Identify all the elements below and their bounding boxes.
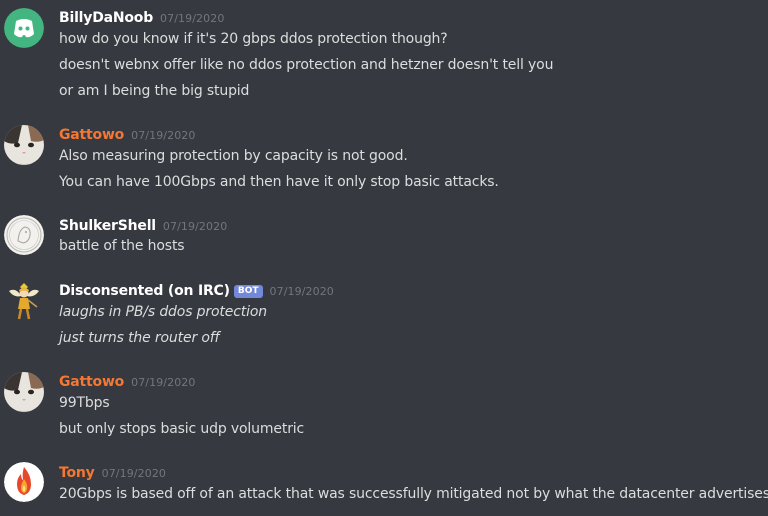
- message-text: battle of the hosts: [59, 238, 185, 254]
- message-text: 20Gbps is based off of an attack that wa…: [59, 486, 768, 502]
- message-text: 99Tbps: [59, 395, 110, 411]
- username[interactable]: BillyDaNoob: [59, 10, 153, 26]
- username[interactable]: ShulkerShell: [59, 218, 156, 234]
- message-text: just turns the router off: [59, 330, 220, 346]
- coin-avatar-icon[interactable]: [4, 215, 44, 255]
- message-header: Disconsented (on IRC) BOT 07/19/2020: [59, 280, 334, 300]
- cat-avatar-icon[interactable]: [4, 125, 44, 165]
- message-text: You can have 100Gbps and then have it on…: [59, 174, 499, 190]
- message-header: ShulkerShell 07/19/2020: [59, 215, 227, 235]
- discord-logo-icon[interactable]: [4, 8, 44, 48]
- timestamp: 07/19/2020: [101, 467, 167, 480]
- message-text: Also measuring protection by capacity is…: [59, 148, 408, 164]
- fire-avatar-icon[interactable]: [4, 462, 44, 502]
- timestamp: 07/19/2020: [162, 220, 228, 233]
- message-header: Tony 07/19/2020: [59, 462, 166, 482]
- fairy-avatar-icon[interactable]: [4, 281, 44, 321]
- message-header: Gattowo 07/19/2020: [59, 124, 196, 144]
- message-text: how do you know if it's 20 gbps ddos pro…: [59, 31, 448, 47]
- username[interactable]: Disconsented (on IRC): [59, 283, 230, 299]
- bot-badge: BOT: [233, 285, 263, 298]
- timestamp: 07/19/2020: [160, 12, 225, 25]
- timestamp: 07/19/2020: [131, 376, 196, 389]
- message-header: BillyDaNoob 07/19/2020: [59, 7, 224, 27]
- username[interactable]: Gattowo: [59, 127, 124, 143]
- message-text: doesn't webnx offer like no ddos protect…: [59, 57, 554, 73]
- username[interactable]: Tony: [59, 465, 95, 481]
- message-text: or am I being the big stupid: [59, 83, 250, 99]
- timestamp: 07/19/2020: [269, 285, 334, 298]
- username[interactable]: Gattowo: [59, 374, 124, 390]
- cat-avatar-icon[interactable]: [4, 372, 44, 412]
- timestamp: 07/19/2020: [131, 129, 196, 142]
- message-header: Gattowo 07/19/2020: [59, 371, 196, 391]
- message-text: laughs in PB/s ddos protection: [59, 304, 267, 320]
- message-text: but only stops basic udp volumetric: [59, 421, 305, 437]
- message-group: BillyDaNoob 07/19/2020 how do you know if…: [0, 0, 768, 110]
